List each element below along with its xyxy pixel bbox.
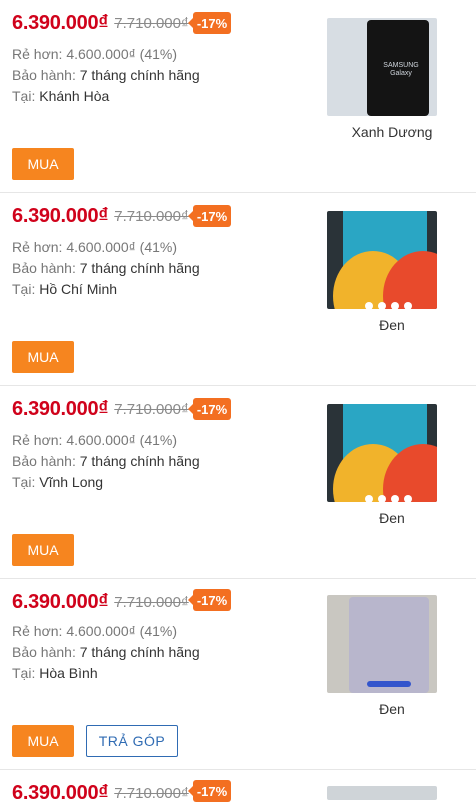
price: 6.390.000₫ (12, 397, 109, 420)
price: 6.390.000₫ (12, 590, 109, 613)
listing-card: 6.390.000₫ 7.710.000₫ -17% Rẻ hơn: 4.600… (0, 193, 476, 386)
location-value: Hồ Chí Minh (39, 281, 118, 297)
location-value: Hòa Bình (39, 665, 98, 681)
savings-line: Rẻ hơn: 4.600.000₫ (41%) (12, 46, 178, 62)
location-line: Tại: Hồ Chí Minh (12, 281, 118, 297)
warranty-value: 7 tháng chính hãng (79, 644, 200, 660)
listing-info: Rẻ hơn: 4.600.000₫ (41%) Bảo hành: 7 thá… (12, 44, 200, 107)
buy-button[interactable]: MUA (12, 341, 74, 373)
price-row: 6.390.000₫ 7.710.000₫ (12, 392, 189, 426)
buy-button[interactable]: MUA (12, 148, 74, 180)
price-row: 6.390.000₫ 7.710.000₫ (12, 6, 189, 40)
price-row: 6.390.000₫ 7.710.000₫ (12, 585, 189, 619)
savings-value: 4.600.000₫ (41%) (66, 623, 178, 639)
old-price: 7.710.000₫ (114, 784, 189, 802)
old-price: 7.710.000₫ (114, 207, 189, 225)
price-row: 6.390.000₫ 7.710.000₫ (12, 776, 189, 810)
discount-badge: -17% (188, 589, 231, 611)
savings-line: Rẻ hơn: 4.600.000₫ (41%) (12, 623, 178, 639)
price: 6.390.000₫ (12, 781, 109, 804)
product-thumbnail[interactable] (327, 595, 437, 693)
color-label: Đen (379, 317, 405, 333)
savings-line: Rẻ hơn: 4.600.000₫ (41%) (12, 432, 178, 448)
listing-card: 6.390.000₫ 7.710.000₫ -17% (0, 770, 476, 804)
price-row: 6.390.000₫ 7.710.000₫ (12, 199, 189, 233)
color-label: Đen (379, 510, 405, 526)
listing-card: 6.390.000₫ 7.710.000₫ -17% Rẻ hơn: 4.600… (0, 386, 476, 579)
location-line: Tại: Vĩnh Long (12, 474, 104, 490)
savings-value: 4.600.000₫ (41%) (66, 432, 178, 448)
buy-button[interactable]: MUA (12, 534, 74, 566)
warranty-line: Bảo hành: 7 tháng chính hãng (12, 644, 200, 660)
discount-badge: -17% (188, 398, 231, 420)
phone-screen-image (333, 404, 437, 502)
listing-card: 6.390.000₫ 7.710.000₫ -17% Rẻ hơn: 4.600… (0, 579, 476, 770)
warranty-value: 7 tháng chính hãng (79, 260, 200, 276)
location-value: Khánh Hòa (39, 88, 110, 104)
listing-card: 6.390.000₫ 7.710.000₫ -17% Rẻ hơn: 4.600… (0, 0, 476, 193)
discount-badge: -17% (188, 12, 231, 34)
savings-value: 4.600.000₫ (41%) (66, 46, 178, 62)
price: 6.390.000₫ (12, 204, 109, 227)
warranty-line: Bảo hành: 7 tháng chính hãng (12, 260, 200, 276)
warranty-line: Bảo hành: 7 tháng chính hãng (12, 67, 200, 83)
old-price: 7.710.000₫ (114, 400, 189, 418)
product-thumbnail[interactable] (327, 404, 437, 502)
warranty-value: 7 tháng chính hãng (79, 453, 200, 469)
color-label: Xanh Dương (351, 124, 433, 140)
savings-line: Rẻ hơn: 4.600.000₫ (41%) (12, 239, 178, 255)
price: 6.390.000₫ (12, 11, 109, 34)
listing-info: Rẻ hơn: 4.600.000₫ (41%) Bảo hành: 7 thá… (12, 430, 200, 493)
installment-button[interactable]: TRẢ GÓP (86, 725, 178, 757)
location-line: Tại: Hòa Bình (12, 665, 98, 681)
product-thumbnail[interactable]: SAMSUNG Galaxy (327, 18, 437, 116)
phone-screen-image (349, 597, 429, 693)
buy-button[interactable]: MUA (12, 725, 74, 757)
warranty-value: 7 tháng chính hãng (79, 67, 200, 83)
location-value: Vĩnh Long (39, 474, 104, 490)
product-thumbnail[interactable] (327, 786, 437, 800)
warranty-line: Bảo hành: 7 tháng chính hãng (12, 453, 200, 469)
savings-value: 4.600.000₫ (41%) (66, 239, 178, 255)
listing-info: Rẻ hơn: 4.600.000₫ (41%) Bảo hành: 7 thá… (12, 621, 200, 684)
discount-badge: -17% (188, 780, 231, 802)
discount-badge: -17% (188, 205, 231, 227)
listing-info: Rẻ hơn: 4.600.000₫ (41%) Bảo hành: 7 thá… (12, 237, 200, 300)
old-price: 7.710.000₫ (114, 593, 189, 611)
product-thumbnail[interactable] (327, 211, 437, 309)
color-label: Đen (379, 701, 405, 717)
old-price: 7.710.000₫ (114, 14, 189, 32)
phone-screen-image (333, 211, 437, 309)
thumb-brand-text: SAMSUNG Galaxy (383, 62, 419, 77)
location-line: Tại: Khánh Hòa (12, 88, 110, 104)
